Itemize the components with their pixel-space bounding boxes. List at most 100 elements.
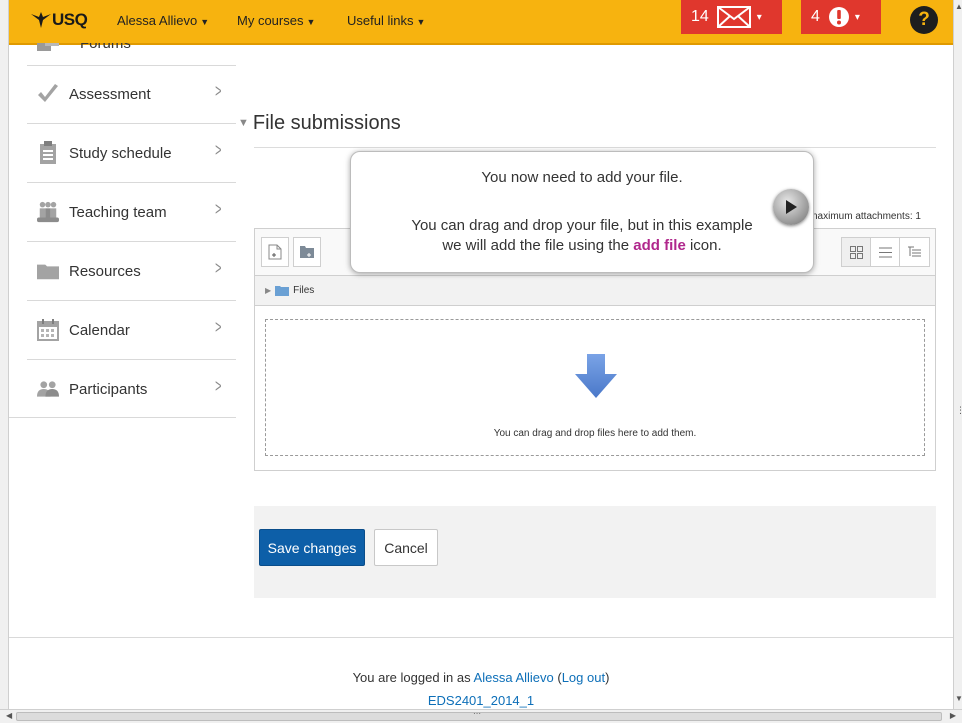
alerts-badge[interactable]: 4 ▾	[801, 0, 881, 34]
messages-count: 14	[691, 8, 709, 25]
tree-view-icon	[908, 246, 921, 256]
caret-down-icon: ▼	[306, 17, 316, 27]
vertical-scrollbar[interactable]: ▲ ⋮ ▼	[953, 0, 962, 723]
list-view-button[interactable]	[871, 238, 900, 266]
section-divider	[254, 147, 936, 148]
tour-line-2: You can drag and drop your file, but in …	[411, 217, 753, 234]
folder-icon	[275, 286, 290, 296]
scroll-grip-icon[interactable]: ⋯	[473, 709, 481, 718]
profile-link[interactable]: Alessa Allievo	[474, 670, 554, 685]
clipboard-icon	[37, 140, 59, 166]
logout-open-paren: (	[553, 670, 562, 685]
window-frame-left	[0, 0, 9, 723]
my-courses-menu[interactable]: My courses ▼	[237, 13, 315, 28]
list-view-icon	[878, 247, 892, 257]
chevron-right-icon: >	[215, 258, 222, 278]
logout-link[interactable]: Log out	[562, 670, 605, 685]
course-link[interactable]: EDS2401_2014_1	[0, 693, 962, 708]
sidebar-item-label: Study schedule	[69, 144, 172, 162]
people-icon	[37, 376, 59, 402]
create-folder-icon	[300, 246, 314, 258]
down-arrow-icon	[575, 354, 617, 398]
tour-line-1: You now need to add your file.	[481, 169, 683, 186]
usq-logo[interactable]: USQ	[31, 10, 88, 30]
sidebar-item-label: Participants	[69, 380, 148, 398]
tour-highlight-add-file: add file	[633, 237, 686, 254]
caret-down-icon: ▾	[756, 11, 762, 23]
sidebar-item-resources[interactable]: Resources >	[27, 242, 236, 301]
calendar-icon	[37, 317, 59, 343]
scroll-grip-icon[interactable]: ⋮	[956, 405, 962, 416]
user-menu-label: Alessa Allievo	[117, 13, 198, 28]
team-icon	[37, 199, 59, 225]
forums-icon	[37, 43, 59, 56]
alert-icon	[828, 7, 849, 27]
max-attachments-label: naximum attachments: 1	[812, 211, 921, 222]
caret-down-icon: ▾	[854, 11, 860, 23]
view-switcher	[841, 237, 930, 267]
login-info-text: You are logged in as	[352, 670, 474, 685]
collapse-triangle-icon[interactable]: ▼	[238, 117, 249, 129]
folder-icon	[37, 258, 59, 284]
chevron-right-icon: >	[215, 199, 222, 219]
horizontal-scrollbar[interactable]: ◀ ⋯ ▶	[0, 709, 962, 723]
drop-zone-text: You can drag and drop files here to add …	[493, 428, 697, 439]
sidebar-item-label: Forums	[80, 43, 131, 52]
play-next-icon	[786, 200, 797, 214]
user-menu[interactable]: Alessa Allievo ▼	[117, 13, 209, 28]
sidebar-item-label: Resources	[69, 262, 141, 280]
useful-links-label: Useful links	[347, 13, 414, 28]
cancel-button[interactable]: Cancel	[374, 529, 438, 566]
sidebar-item-forums[interactable]: Forums	[27, 43, 236, 66]
sidebar-item-label: Calendar	[69, 321, 130, 339]
scroll-right-icon[interactable]: ▶	[950, 711, 956, 720]
filepicker-path-bar: ▶ Files	[254, 276, 936, 306]
chevron-right-icon: >	[215, 376, 222, 396]
sidebar-item-label: Assessment	[69, 85, 151, 103]
alerts-count: 4	[811, 8, 820, 25]
my-courses-label: My courses	[237, 13, 304, 28]
tour-line-3-pre: we will add the file using the	[442, 237, 634, 254]
course-sidebar: Assessment > Study schedule > Teaching t…	[27, 65, 236, 418]
login-info: You are logged in as Alessa Allievo (Log…	[0, 670, 962, 685]
tour-body: You can drag and drop your file, but in …	[351, 216, 813, 256]
sidebar-item-assessment[interactable]: Assessment >	[27, 65, 236, 124]
path-folder-label[interactable]: Files	[293, 285, 314, 296]
tour-line-3-post: icon.	[685, 237, 722, 254]
logo-text: USQ	[52, 10, 88, 29]
drop-zone[interactable]: You can drag and drop files here to add …	[265, 319, 925, 456]
tour-next-button[interactable]	[773, 189, 809, 225]
chevron-right-icon: >	[215, 140, 222, 160]
sidebar-item-teaching-team[interactable]: Teaching team >	[27, 183, 236, 242]
tree-view-button[interactable]	[900, 238, 929, 266]
messages-badge[interactable]: 14 ▾	[681, 0, 782, 34]
chevron-right-icon: >	[215, 81, 222, 101]
top-navbar: USQ Alessa Allievo ▼ My courses ▼ Useful l…	[9, 0, 953, 45]
form-actions: Save changes Cancel	[254, 506, 936, 598]
scroll-left-icon[interactable]: ◀	[6, 711, 12, 720]
help-icon[interactable]: ?	[910, 6, 938, 34]
caret-down-icon: ▼	[416, 17, 426, 27]
logout-close-paren: )	[605, 670, 610, 685]
filepicker-content: You can drag and drop files here to add …	[254, 306, 936, 471]
scroll-up-icon[interactable]: ▲	[955, 2, 962, 11]
create-folder-button[interactable]	[293, 237, 321, 267]
useful-links-menu[interactable]: Useful links ▼	[347, 13, 425, 28]
sidebar-item-calendar[interactable]: Calendar >	[27, 301, 236, 360]
caret-down-icon: ▼	[200, 17, 210, 27]
icons-view-icon	[849, 245, 863, 259]
expand-arrow-icon[interactable]: ▶	[265, 286, 271, 295]
add-file-icon	[268, 244, 282, 260]
sidebar-item-study-schedule[interactable]: Study schedule >	[27, 124, 236, 183]
chevron-right-icon: >	[215, 317, 222, 337]
footer-divider	[9, 637, 953, 638]
envelope-icon	[716, 6, 751, 28]
icon-view-button[interactable]	[842, 238, 871, 266]
sidebar-item-participants[interactable]: Participants >	[27, 360, 236, 418]
checkmark-icon	[37, 81, 59, 107]
save-changes-button[interactable]: Save changes	[259, 529, 365, 566]
add-file-button[interactable]	[261, 237, 289, 267]
sidebar-item-label: Teaching team	[69, 203, 167, 221]
section-header[interactable]: ▼ File submissions	[238, 112, 401, 135]
tour-tooltip: You now need to add your file. You can d…	[350, 151, 814, 273]
